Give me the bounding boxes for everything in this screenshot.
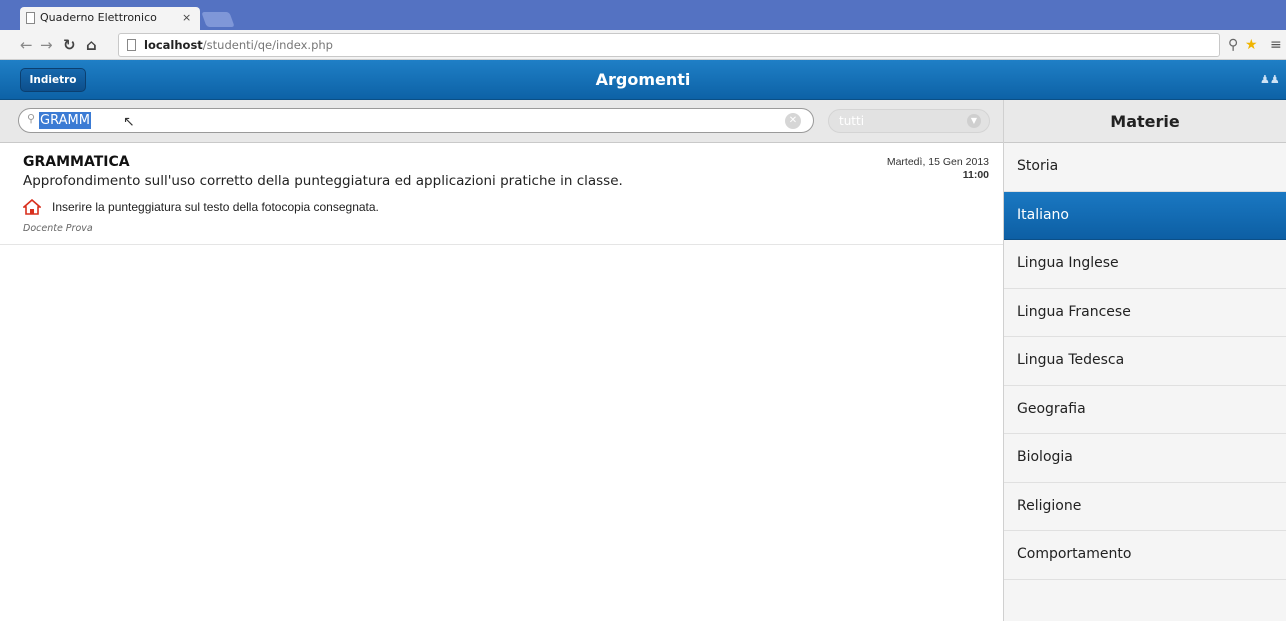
homework-text: Inserire la punteggiatura sul testo dell… <box>52 200 379 214</box>
tab-title: Quaderno Elettronico <box>40 11 157 24</box>
subject-item-italiano[interactable]: Italiano <box>1004 191 1286 240</box>
topic-title: GRAMMATICA <box>23 154 130 170</box>
menu-icon[interactable]: ≡ <box>1270 36 1282 54</box>
browser-tab-strip: Quaderno Elettronico × <box>0 0 1286 30</box>
users-icon[interactable]: ♟♟ <box>1260 73 1280 86</box>
subject-item-storia[interactable]: Storia <box>1004 143 1286 192</box>
bookmark-star-icon[interactable]: ★ <box>1245 36 1258 54</box>
browser-toolbar: ← → ↻ ⌂ localhost/studenti/qe/index.php … <box>0 30 1286 60</box>
teacher-name: Docente Prova <box>23 223 93 234</box>
browser-tab[interactable]: Quaderno Elettronico × <box>20 7 200 30</box>
topics-pane: ⚲ GRAMM ↖ ✕ tutti ▼ GRAMMATICA Approfond… <box>0 100 1004 621</box>
subject-item-lingua-inglese[interactable]: Lingua Inglese <box>1004 240 1286 289</box>
home-icon[interactable]: ⌂ <box>86 35 97 55</box>
page-title: Argomenti <box>595 70 691 89</box>
subject-item-religione[interactable]: Religione <box>1004 482 1286 531</box>
subjects-pane: Materie Storia Italiano Lingua Inglese L… <box>1004 100 1286 621</box>
search-bar: ⚲ GRAMM ↖ ✕ tutti ▼ <box>0 100 1003 143</box>
topic-date-day: Martedì, 15 Gen 2013 <box>886 156 989 168</box>
search-icon: ⚲ <box>27 112 36 125</box>
filter-select[interactable]: tutti ▼ <box>828 109 990 133</box>
zoom-icon[interactable]: ⚲ <box>1228 36 1238 54</box>
search-input[interactable]: ⚲ GRAMM ↖ ✕ <box>18 108 814 133</box>
subject-item-lingua-francese[interactable]: Lingua Francese <box>1004 288 1286 337</box>
subject-item-geografia[interactable]: Geografia <box>1004 385 1286 434</box>
forward-arrow-icon[interactable]: → <box>40 35 53 55</box>
mouse-cursor-icon: ↖ <box>123 114 135 130</box>
topic-date-time: 11:00 <box>962 169 989 181</box>
tab-close-icon[interactable]: × <box>182 7 191 29</box>
page-icon <box>127 39 136 51</box>
subjects-title: Materie <box>1004 100 1286 143</box>
homework-home-icon <box>23 199 41 215</box>
page-icon <box>26 12 35 24</box>
filter-select-value: tutti <box>839 114 865 128</box>
address-bar[interactable]: localhost/studenti/qe/index.php <box>118 33 1220 57</box>
clear-search-icon[interactable]: ✕ <box>785 113 801 129</box>
reload-icon[interactable]: ↻ <box>63 35 76 55</box>
subject-item-comportamento[interactable]: Comportamento <box>1004 531 1286 580</box>
url-text: localhost/studenti/qe/index.php <box>144 38 333 52</box>
app-header: Indietro Argomenti ♟♟ <box>0 60 1286 100</box>
subject-list: Storia Italiano Lingua Inglese Lingua Fr… <box>1004 143 1286 580</box>
back-arrow-icon[interactable]: ← <box>20 35 33 55</box>
new-tab-button[interactable] <box>201 12 235 27</box>
subject-item-biologia[interactable]: Biologia <box>1004 434 1286 483</box>
subject-item-lingua-tedesca[interactable]: Lingua Tedesca <box>1004 337 1286 386</box>
topic-date: Martedì, 15 Gen 2013 11:00 <box>887 156 989 182</box>
topic-description: Approfondimento sull'uso corretto della … <box>23 173 623 189</box>
chevron-down-icon: ▼ <box>967 114 981 128</box>
topic-entry[interactable]: GRAMMATICA Approfondimento sull'uso corr… <box>0 144 1003 245</box>
search-value[interactable]: GRAMM <box>39 112 91 129</box>
